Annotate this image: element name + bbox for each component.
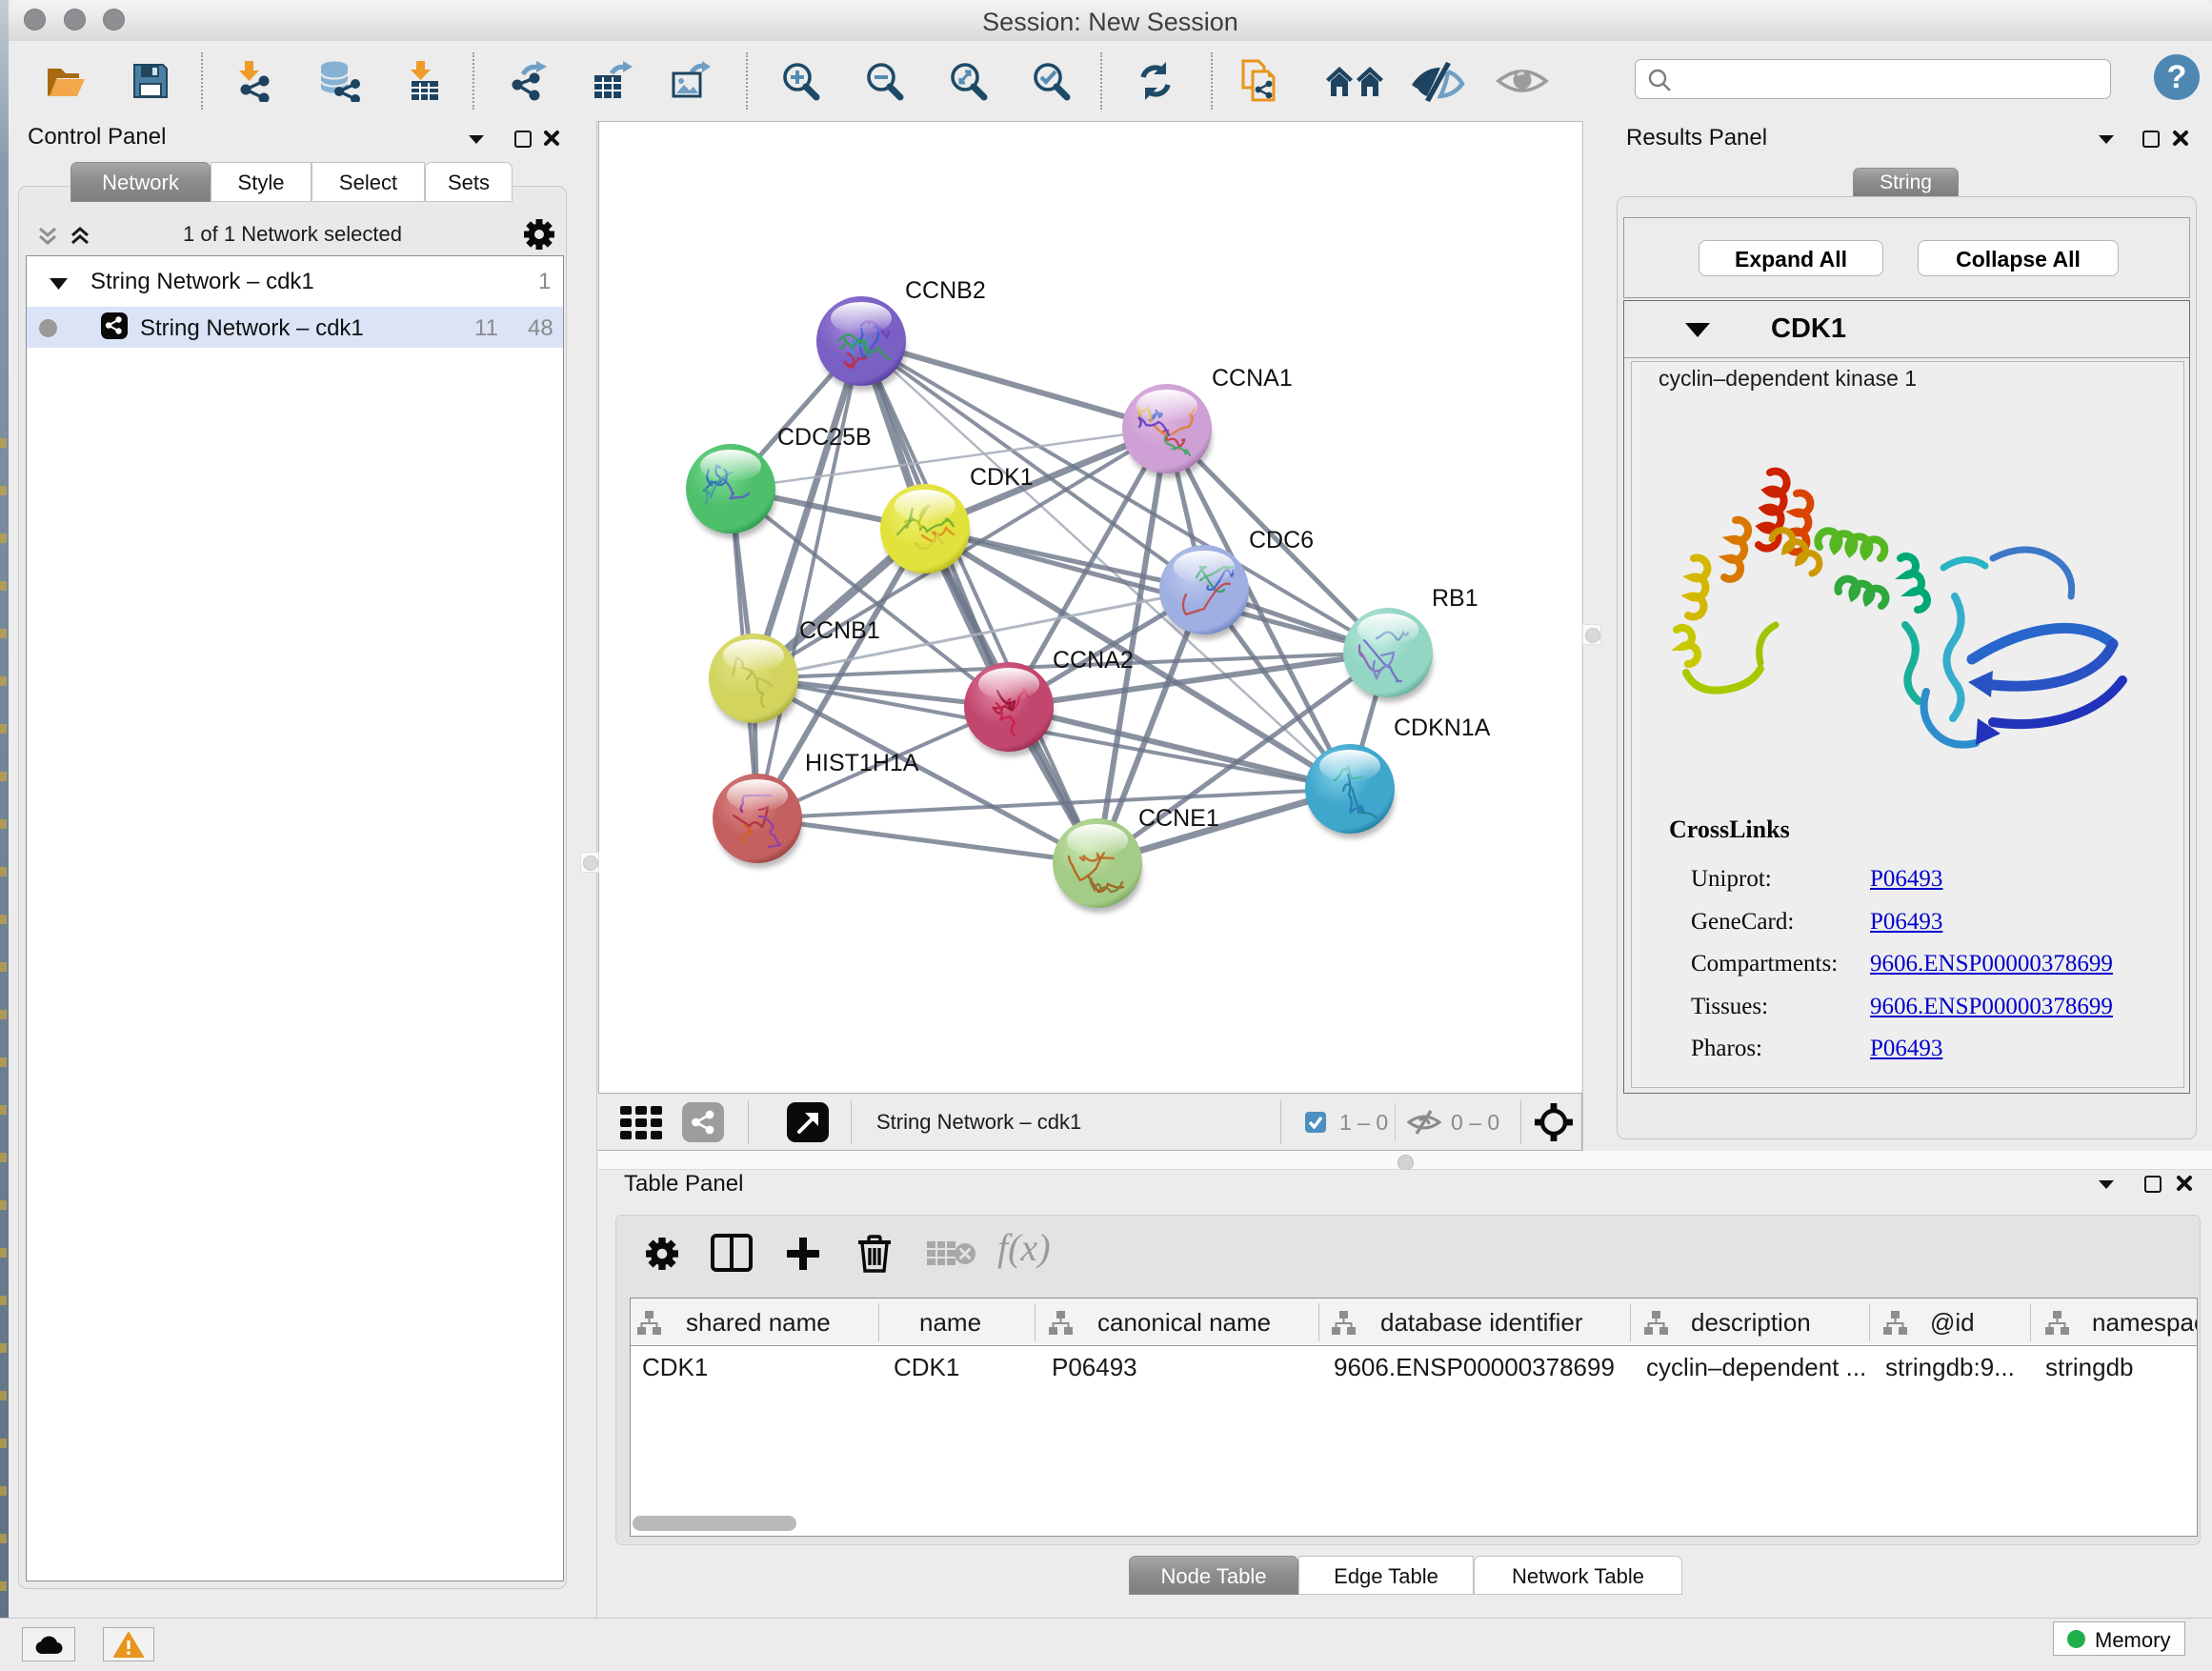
svg-text:CCNA1: CCNA1 — [1212, 365, 1293, 392]
svg-text:RB1: RB1 — [1432, 585, 1478, 612]
svg-text:CCNA2: CCNA2 — [1053, 647, 1134, 674]
svg-text:CCNE1: CCNE1 — [1138, 805, 1219, 832]
svg-text:CCNB1: CCNB1 — [799, 617, 880, 644]
svg-text:CDK1: CDK1 — [970, 464, 1034, 491]
svg-text:CDC25B: CDC25B — [777, 424, 872, 451]
svg-text:CDKN1A: CDKN1A — [1394, 715, 1491, 741]
svg-text:CCNB2: CCNB2 — [905, 277, 986, 304]
svg-text:CDC6: CDC6 — [1249, 527, 1314, 554]
svg-text:HIST1H1A: HIST1H1A — [805, 750, 919, 776]
